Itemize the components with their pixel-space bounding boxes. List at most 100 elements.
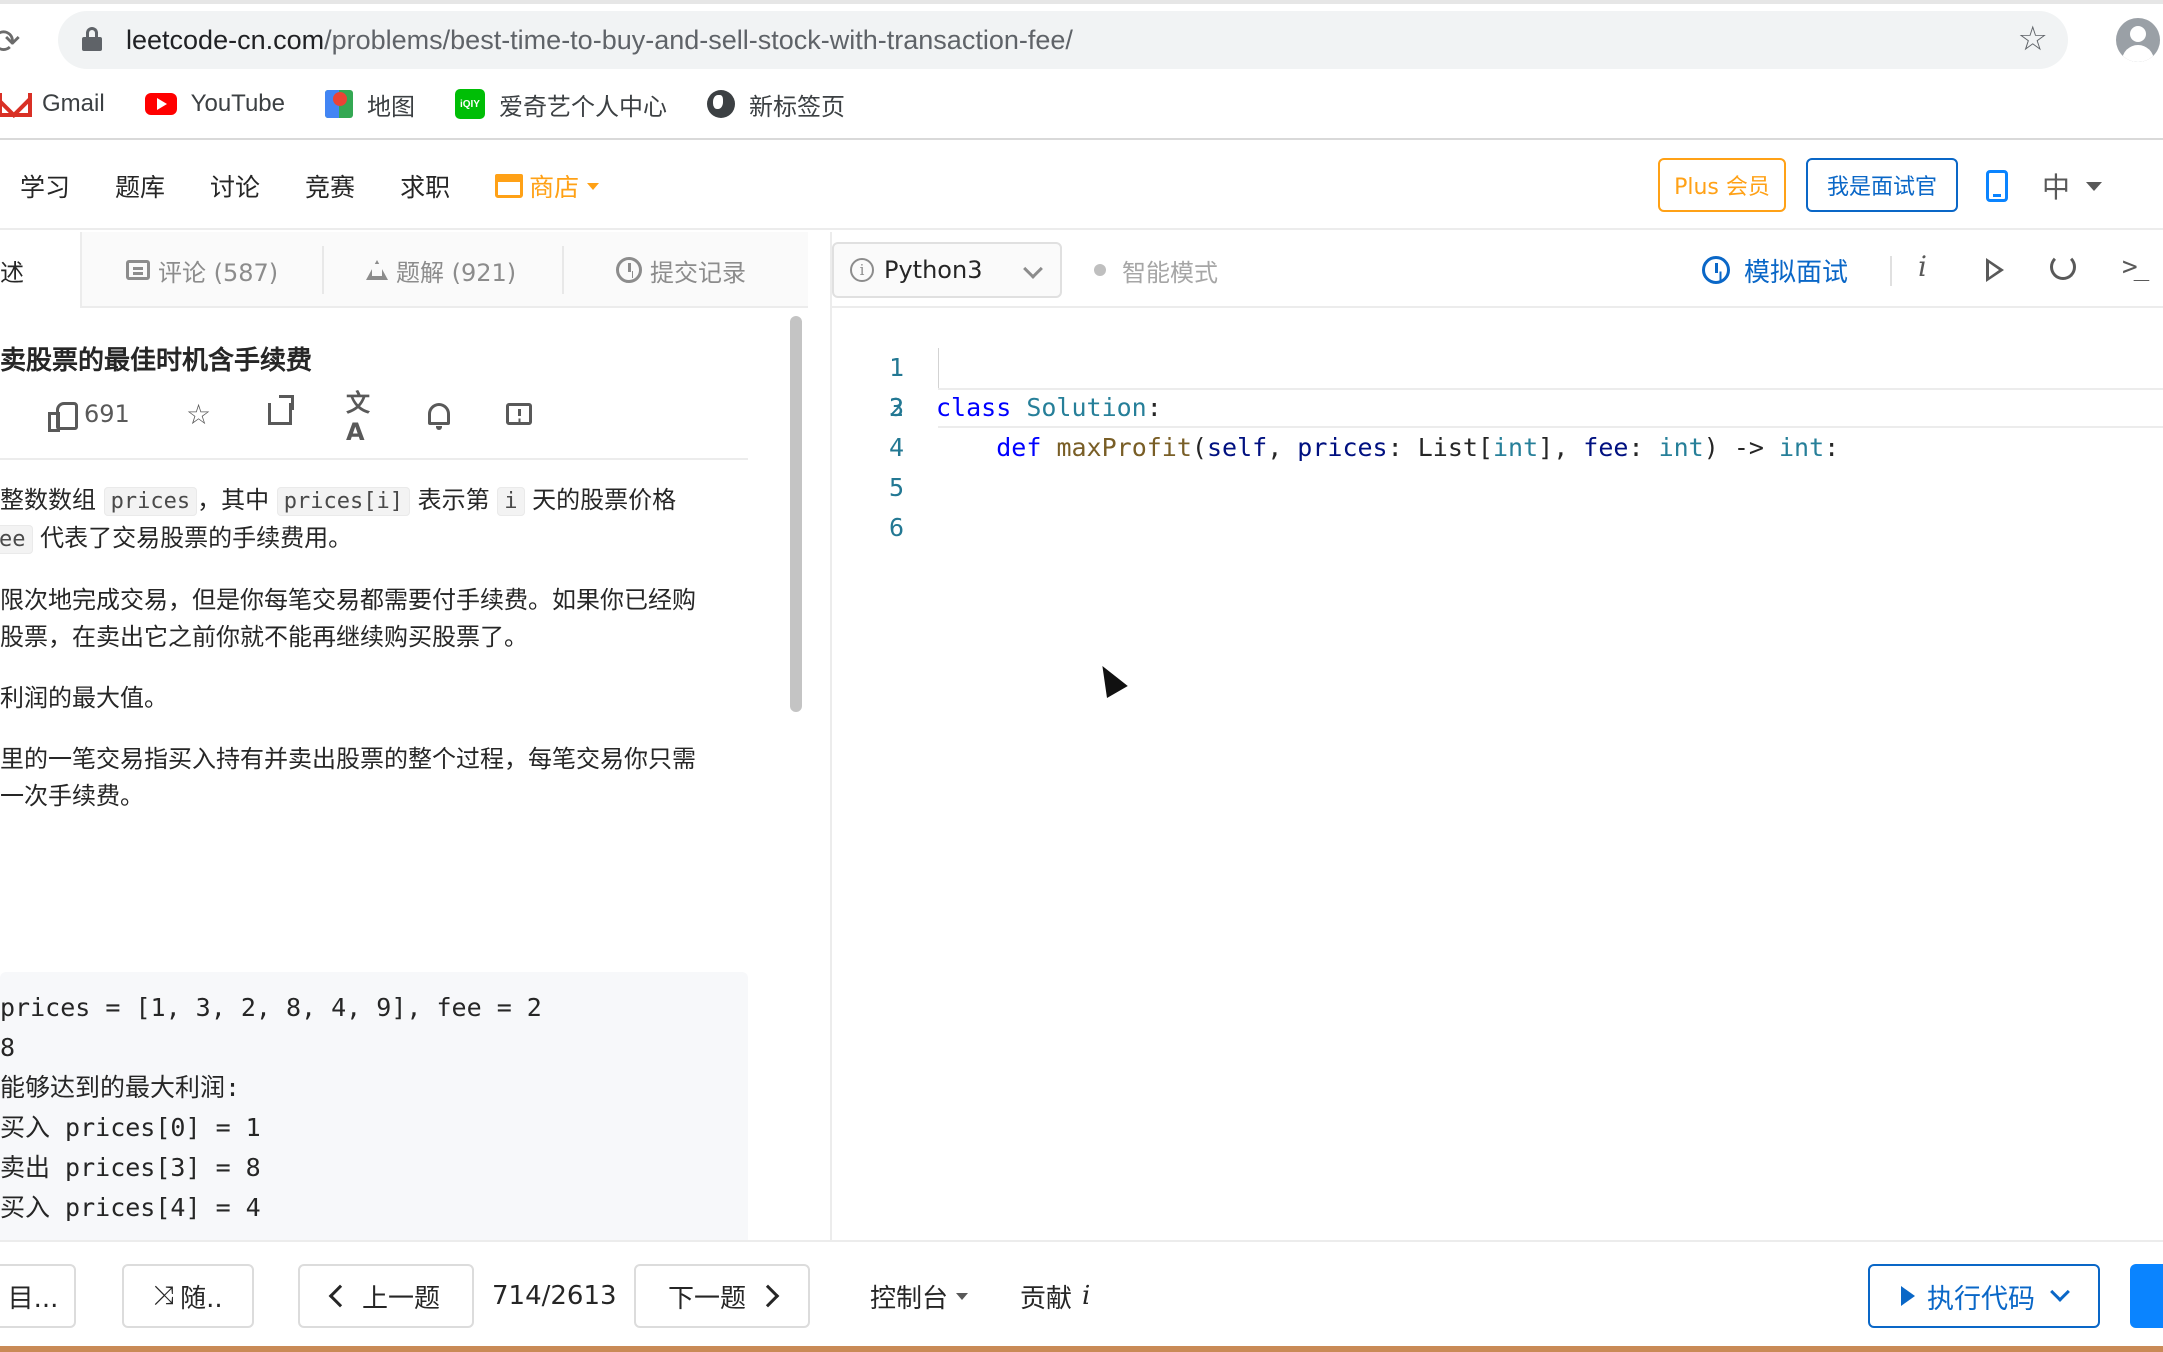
tab-description[interactable]: 述 (0, 232, 82, 308)
like-button[interactable]: 691 (48, 394, 130, 434)
code-line[interactable]: 6 (832, 508, 2163, 548)
tab-label: 题解 (921) (396, 258, 517, 287)
desc-paragraph: 里的一笔交易指买入持有并卖出股票的整个过程，每笔交易你只需 一次手续费。 (0, 741, 748, 815)
flask-icon (366, 260, 388, 280)
prev-problem-button[interactable]: 上一题 (298, 1264, 474, 1328)
chevron-down-icon (1023, 259, 1043, 279)
url-text[interactable]: leetcode-cn.com/problems/best-time-to-bu… (126, 25, 1073, 55)
run-code-button[interactable]: 执行代码 (1868, 1264, 2100, 1328)
bookmark-iqiyi[interactable]: iQIY 爱奇艺个人中心 (454, 87, 667, 122)
tab-strip (0, 0, 2163, 4)
notify-button[interactable] (428, 394, 450, 434)
code-line[interactable]: 3 (832, 388, 2163, 428)
nav-store-label: 商店 (529, 173, 580, 202)
desc-text: 限次地完成交易，但是你每笔交易都需要付手续费。如果你已经购 (0, 586, 696, 614)
editor-toolbar: i Python3 智能模式 模拟面试 i >_ (832, 232, 2163, 308)
bookmark-gmail[interactable]: Gmail (0, 90, 105, 118)
bookmarks-bar: Gmail YouTube 地图 iQIY 爱奇艺个人中心 新标签页 (0, 82, 885, 126)
interviewer-button[interactable]: 我是面试官 (1806, 158, 1958, 212)
tab-solutions[interactable]: 题解 (921) (366, 232, 516, 308)
desc-text: 整数数组 (0, 486, 96, 514)
mock-interview-label: 模拟面试 (1744, 257, 1849, 288)
nav-jobs[interactable]: 求职 (400, 168, 450, 204)
url-path: /problems/best-time-to-buy-and-sell-stoc… (324, 25, 1073, 55)
inline-code: i (497, 487, 525, 516)
tab-divider (562, 246, 564, 294)
share-icon (268, 395, 294, 425)
example-block: prices = [1, 3, 2, 8, 4, 9], fee = 2 8 能… (0, 972, 748, 1240)
play-icon[interactable] (1986, 258, 2004, 282)
problem-list-button[interactable]: 目... (0, 1264, 76, 1328)
lock-icon (82, 27, 102, 51)
submit-button[interactable] (2130, 1264, 2163, 1328)
footer-bar: 目... ⤨ 随.. 上一题 714/2613 下一题 控制台 贡献 i 执行代码 (0, 1240, 2163, 1348)
bookmark-new-tab[interactable]: 新标签页 (706, 87, 845, 122)
reload-icon[interactable]: ⟳ (0, 22, 21, 62)
random-problem-button[interactable]: ⤨ 随.. (122, 1264, 254, 1328)
desc-text: 一次手续费。 (0, 782, 144, 810)
iqiyi-icon: iQIY (454, 89, 485, 119)
mobile-app-icon[interactable] (1986, 170, 2008, 202)
favorite-button[interactable]: ☆ (186, 394, 211, 434)
bookmark-label: 新标签页 (748, 93, 845, 121)
code-line[interactable]: 5 (832, 468, 2163, 508)
desc-paragraph: 利润的最大值。 (0, 684, 168, 712)
nav-problems[interactable]: 题库 (115, 168, 165, 204)
translate-button[interactable]: 文A (346, 389, 370, 446)
problem-title: 卖股票的最佳时机含手续费 (0, 346, 313, 376)
nav-store[interactable]: 商店 (495, 168, 600, 204)
star-icon: ☆ (186, 397, 212, 431)
code-editor[interactable]: 1 class Solution: 2 def maxProfit(self, … (832, 308, 2163, 1240)
bookmark-youtube[interactable]: YouTube (144, 90, 285, 118)
reset-icon[interactable] (2050, 254, 2076, 280)
globe-icon (706, 90, 735, 118)
youtube-icon (144, 93, 177, 115)
example-line: 买入 prices[0] = 1 (0, 1113, 261, 1142)
code-line[interactable]: 1 class Solution: (832, 308, 2163, 422)
alarm-clock-icon (1702, 256, 1730, 284)
language-label: 中 (2042, 171, 2071, 204)
scrollbar-thumb[interactable] (790, 316, 802, 712)
smart-mode-toggle[interactable]: 智能模式 (1094, 232, 1218, 308)
next-problem-button[interactable]: 下一题 (634, 1264, 810, 1328)
bookmark-maps[interactable]: 地图 (324, 87, 415, 122)
inline-code: prices[i] (276, 487, 410, 516)
profile-avatar-icon[interactable] (2116, 18, 2160, 62)
contribute-button[interactable]: 贡献 i (1020, 1264, 1090, 1328)
code-line[interactable]: 4 (832, 428, 2163, 468)
example-line: 8 (0, 1033, 16, 1062)
panel-splitter[interactable] (808, 232, 810, 1240)
console-toggle[interactable]: 控制台 (870, 1264, 969, 1328)
status-dot-icon (1094, 264, 1106, 276)
chevron-right-icon (756, 1284, 780, 1308)
desc-text: 里的一笔交易指买入持有并卖出股票的整个过程，每笔交易你只需 (0, 745, 696, 773)
tab-comments[interactable]: 评论 (587) (126, 232, 278, 308)
chevron-down-icon (956, 1292, 969, 1300)
site-header: 学习 题库 讨论 竞赛 求职 商店 Plus 会员 我是面试官 中 (0, 142, 2163, 230)
bell-icon (428, 403, 450, 430)
terminal-icon[interactable]: >_ (2122, 252, 2149, 282)
problem-counter: 714/2613 (492, 1281, 617, 1311)
feedback-button[interactable] (506, 394, 532, 434)
play-icon (1901, 1286, 1915, 1306)
prev-label: 上一题 (361, 1283, 440, 1314)
address-bar[interactable]: leetcode-cn.com/problems/best-time-to-bu… (58, 11, 2068, 69)
nav-discuss[interactable]: 讨论 (210, 168, 260, 204)
chevron-down-icon (2086, 181, 2103, 191)
window-bottom-edge (0, 1346, 2163, 1352)
language-select[interactable]: i Python3 (832, 242, 1062, 298)
mock-interview-button[interactable]: 模拟面试 (1702, 232, 1848, 308)
code-line[interactable]: 2 def maxProfit(self, prices: List[int],… (832, 348, 2163, 462)
comment-icon (126, 260, 150, 280)
language-switch[interactable]: 中 (2042, 166, 2103, 206)
info-button[interactable]: i (1918, 250, 1927, 283)
inline-code: prices (103, 487, 198, 516)
desc-text: 代表了交易股票的手续费用。 (40, 524, 353, 552)
nav-contest[interactable]: 竞赛 (305, 168, 355, 204)
nav-learn[interactable]: 学习 (20, 168, 70, 204)
tab-submissions[interactable]: 提交记录 (616, 232, 746, 308)
plus-membership-button[interactable]: Plus 会员 (1658, 158, 1786, 212)
share-button[interactable] (268, 394, 294, 434)
bookmark-star-icon[interactable]: ☆ (2018, 19, 2048, 59)
tab-label: 提交记录 (650, 258, 746, 287)
